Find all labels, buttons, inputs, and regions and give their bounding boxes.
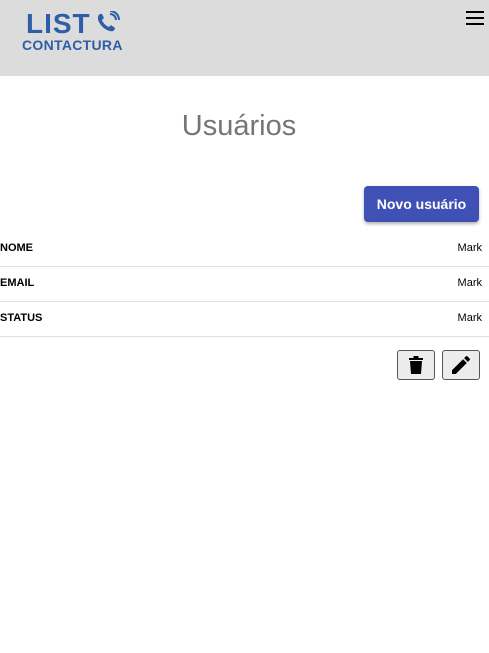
app-header: LIST CONTACTURA [0,0,489,76]
new-user-button[interactable]: Novo usuário [364,186,479,222]
logo-subtitle: CONTACTURA [22,37,123,53]
logo: LIST CONTACTURA [22,8,132,56]
menu-line [466,11,484,13]
page-title: Usuários [181,110,297,142]
status-label: STATUS [0,312,43,324]
delete-button[interactable] [397,350,435,380]
menu-line [466,23,484,25]
logo-title: LIST [26,8,91,39]
status-value: Mark [457,312,482,324]
name-value: Mark [457,242,482,254]
menu-line [466,17,484,19]
detail-row-name: NOME Mark [0,232,489,267]
detail-row-email: EMAIL Mark [0,267,489,302]
phone-icon [97,11,120,32]
trash-icon [409,356,423,374]
hamburger-menu-icon[interactable] [466,10,486,26]
user-details: NOME Mark EMAIL Mark STATUS Mark [0,232,489,337]
pencil-icon [452,356,470,374]
email-value: Mark [457,277,482,289]
detail-row-status: STATUS Mark [0,302,489,337]
edit-button[interactable] [442,350,480,380]
name-label: NOME [0,242,33,254]
email-label: EMAIL [0,277,35,289]
